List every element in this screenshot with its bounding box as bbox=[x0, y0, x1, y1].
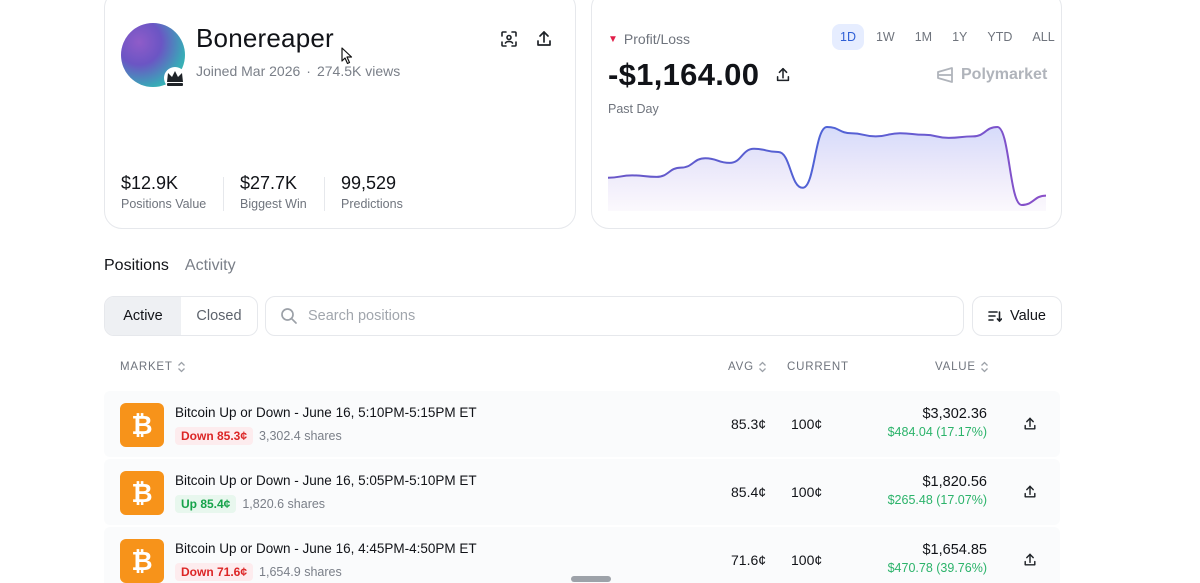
position-details: Up 85.4¢ 1,820.6 shares bbox=[175, 495, 325, 513]
header-market-label: MARKET bbox=[120, 361, 173, 373]
pnl-label-text: Profit/Loss bbox=[623, 31, 691, 47]
market-title[interactable]: Bitcoin Up or Down - June 16, 5:10PM-5:1… bbox=[175, 405, 477, 420]
shares-count: 3,302.4 shares bbox=[259, 429, 342, 443]
position-value: $1,820.56 $265.48 (17.07%) bbox=[888, 474, 987, 507]
stat-label: Biggest Win bbox=[240, 197, 307, 211]
scan-icon[interactable] bbox=[499, 29, 519, 49]
value-amount: $1,654.85 bbox=[922, 542, 987, 558]
stat-value: $27.7K bbox=[240, 173, 298, 193]
filter-active-button[interactable]: Active bbox=[105, 297, 181, 335]
side-badge: Up 85.4¢ bbox=[175, 495, 237, 513]
share-icon[interactable] bbox=[1022, 484, 1038, 500]
shares-count: 1,654.9 shares bbox=[259, 565, 342, 579]
filter-closed-button[interactable]: Closed bbox=[181, 297, 257, 335]
range-1y[interactable]: 1Y bbox=[944, 24, 975, 50]
avg-price: 85.3¢ bbox=[731, 416, 767, 432]
share-icon[interactable] bbox=[1022, 552, 1038, 568]
bitcoin-icon: ₿ bbox=[120, 471, 164, 515]
bitcoin-icon: ₿ bbox=[120, 403, 164, 447]
crown-icon bbox=[164, 67, 186, 89]
tab-activity[interactable]: Activity bbox=[185, 257, 236, 275]
header-value-label: VALUE bbox=[935, 361, 976, 373]
sort-button[interactable]: Value bbox=[972, 296, 1062, 336]
sort-label: Value bbox=[1009, 308, 1046, 324]
polymarket-logo-icon bbox=[937, 67, 953, 83]
header-avg-label: AVG bbox=[728, 361, 754, 373]
view-count: 274.5K views bbox=[316, 63, 401, 79]
status-toggle: Active Closed bbox=[104, 296, 258, 336]
avg-price: 85.4¢ bbox=[731, 484, 767, 500]
profile-meta: Joined Mar 2026 · 274.5K views bbox=[196, 63, 400, 79]
period-label: Past Day bbox=[608, 102, 659, 116]
share-icon[interactable] bbox=[774, 66, 792, 84]
range-1m[interactable]: 1M bbox=[907, 24, 940, 50]
mouse-cursor-icon bbox=[341, 47, 353, 65]
current-price: 100¢ bbox=[791, 484, 823, 500]
range-1d[interactable]: 1D bbox=[832, 24, 864, 50]
stat-positions-value: $12.9K Positions Value bbox=[121, 173, 206, 211]
sort-chevrons-icon bbox=[177, 361, 185, 373]
current-price: 100¢ bbox=[791, 416, 823, 432]
header-current-label: CURRENT bbox=[787, 361, 849, 373]
side-badge: Down 85.3¢ bbox=[175, 427, 254, 445]
range-all[interactable]: ALL bbox=[1024, 24, 1062, 50]
table-row[interactable]: ₿ Bitcoin Up or Down - June 16, 5:10PM-5… bbox=[104, 391, 1060, 457]
tab-positions[interactable]: Positions bbox=[104, 257, 169, 275]
positions-tabs: Positions Activity bbox=[104, 257, 236, 275]
header-avg[interactable]: AVG bbox=[728, 361, 767, 373]
bitcoin-icon: ₿ bbox=[120, 539, 164, 583]
share-icon[interactable] bbox=[1022, 416, 1038, 432]
range-1w[interactable]: 1W bbox=[868, 24, 903, 50]
header-value[interactable]: VALUE bbox=[935, 361, 989, 373]
sort-chevrons-icon bbox=[980, 361, 988, 373]
current-price: 100¢ bbox=[791, 552, 823, 568]
market-title[interactable]: Bitcoin Up or Down - June 16, 4:45PM-4:5… bbox=[175, 541, 477, 556]
stat-label: Positions Value bbox=[121, 197, 207, 211]
scrollbar-handle[interactable] bbox=[571, 576, 611, 582]
table-row[interactable]: ₿ Bitcoin Up or Down - June 16, 4:45PM-4… bbox=[104, 527, 1060, 583]
stat-divider bbox=[324, 177, 325, 211]
sort-icon bbox=[988, 311, 1002, 323]
header-current: CURRENT bbox=[787, 361, 849, 373]
pnl-card: ▼ Profit/Loss 1D 1W 1M 1Y YTD ALL -$1,16… bbox=[591, 0, 1062, 229]
stat-value: 99,529 bbox=[341, 173, 397, 193]
brand-logo: Polymarket bbox=[936, 66, 1047, 84]
profile-card: Bonereaper Joined Mar 2026 · 274.5K views … bbox=[104, 0, 576, 229]
value-gain: $265.48 (17.07%) bbox=[887, 493, 987, 507]
value-gain: $470.78 (39.76%) bbox=[887, 561, 987, 575]
joined-date: Joined Mar 2026 bbox=[196, 63, 301, 79]
brand-name: Polymarket bbox=[961, 66, 1048, 83]
pnl-sparkline bbox=[608, 125, 1046, 211]
position-details: Down 85.3¢ 3,302.4 shares bbox=[175, 427, 342, 445]
stat-value: $12.9K bbox=[121, 173, 179, 193]
loss-indicator-icon: ▼ bbox=[608, 33, 618, 45]
search-input[interactable] bbox=[308, 308, 908, 324]
stat-biggest-win: $27.7K Biggest Win bbox=[240, 173, 307, 211]
range-selector: 1D 1W 1M 1Y YTD ALL bbox=[832, 24, 1063, 50]
position-details: Down 71.6¢ 1,654.9 shares bbox=[175, 563, 342, 581]
value-amount: $1,820.56 bbox=[922, 474, 987, 490]
shares-count: 1,820.6 shares bbox=[242, 497, 326, 511]
table-row[interactable]: ₿ Bitcoin Up or Down - June 16, 5:05PM-5… bbox=[104, 459, 1060, 525]
pnl-label: ▼ Profit/Loss bbox=[608, 31, 690, 47]
range-ytd[interactable]: YTD bbox=[979, 24, 1020, 50]
stat-predictions: 99,529 Predictions bbox=[341, 173, 403, 211]
meta-separator: · bbox=[306, 63, 311, 79]
value-gain: $484.04 (17.17%) bbox=[887, 425, 987, 439]
sort-chevrons-icon bbox=[758, 361, 766, 373]
avg-price: 71.6¢ bbox=[731, 552, 767, 568]
position-value: $1,654.85 $470.78 (39.76%) bbox=[888, 542, 987, 575]
header-market[interactable]: MARKET bbox=[120, 361, 186, 373]
search-box bbox=[265, 296, 964, 336]
search-icon bbox=[281, 308, 297, 324]
username: Bonereaper bbox=[196, 23, 334, 53]
pnl-value: -$1,164.00 bbox=[608, 57, 760, 92]
stat-label: Predictions bbox=[341, 197, 403, 211]
stat-divider bbox=[223, 177, 224, 211]
value-amount: $3,302.36 bbox=[922, 406, 987, 422]
position-value: $3,302.36 $484.04 (17.17%) bbox=[888, 406, 987, 439]
share-icon[interactable] bbox=[534, 29, 554, 49]
market-title[interactable]: Bitcoin Up or Down - June 16, 5:05PM-5:1… bbox=[175, 473, 477, 488]
side-badge: Down 71.6¢ bbox=[175, 563, 254, 581]
